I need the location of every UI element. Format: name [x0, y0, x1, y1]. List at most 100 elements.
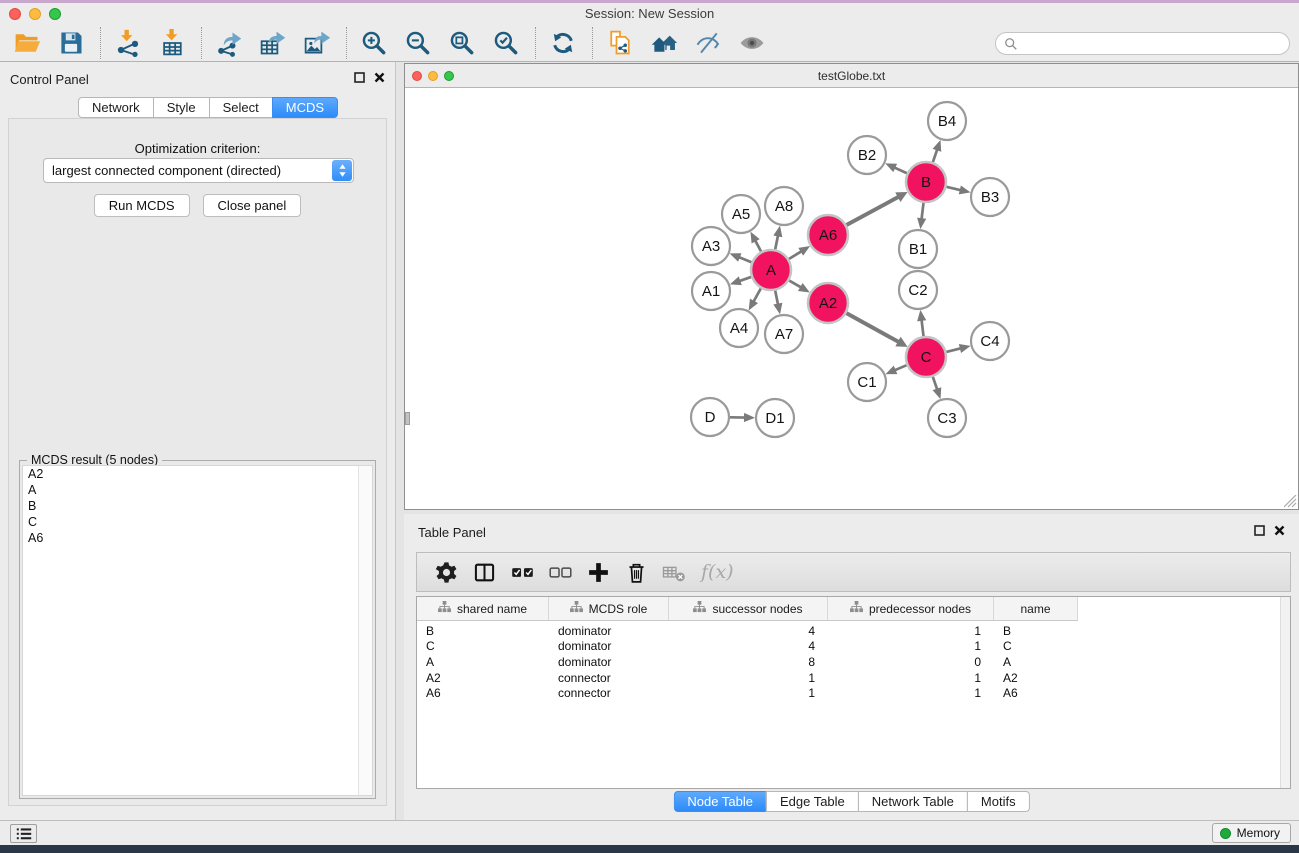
import-table-icon[interactable] [157, 27, 187, 59]
table-scrollbar[interactable] [1280, 597, 1290, 788]
graph-node-B3[interactable]: B3 [971, 178, 1009, 216]
edge-A-A8[interactable] [775, 234, 778, 249]
table-row[interactable]: Cdominator41C [417, 639, 1078, 655]
edge-A-A7[interactable] [775, 291, 778, 306]
create-column-plus-icon[interactable] [581, 556, 615, 588]
edge-C-C3[interactable] [933, 377, 938, 391]
graph-node-A2[interactable]: A2 [808, 283, 848, 323]
mcds-result-item[interactable]: B [23, 498, 372, 514]
mcds-result-item[interactable]: C [23, 514, 372, 530]
tab-network[interactable]: Network [78, 97, 154, 118]
select-all-icon[interactable] [505, 556, 539, 588]
search-field[interactable] [995, 32, 1290, 55]
export-image-icon[interactable] [302, 27, 332, 59]
table-tab-network-table[interactable]: Network Table [858, 791, 968, 812]
edge-A-A3[interactable] [738, 257, 752, 262]
edge-A-A6[interactable] [789, 251, 803, 259]
graph-node-A3[interactable]: A3 [692, 227, 730, 265]
edge-A-A1[interactable] [738, 277, 751, 281]
deselect-all-icon[interactable] [543, 556, 577, 588]
tab-style[interactable]: Style [153, 97, 210, 118]
table-row[interactable]: Adominator80A [417, 654, 1078, 670]
graph-node-D[interactable]: D [691, 398, 729, 436]
import-network-icon[interactable] [113, 27, 143, 59]
edge-C-C1[interactable] [894, 365, 907, 370]
graph-node-C[interactable]: C [906, 337, 946, 377]
column-header-shared-name[interactable]: shared name [417, 597, 549, 620]
table-tab-node-table[interactable]: Node Table [673, 791, 767, 812]
result-list-scrollbar[interactable] [358, 466, 372, 795]
edge-A2-C[interactable] [846, 313, 899, 342]
close-table-panel-icon[interactable] [1274, 525, 1285, 536]
graph-node-A4[interactable]: A4 [720, 309, 758, 347]
node-table[interactable]: shared nameMCDS rolesuccessor nodesprede… [416, 596, 1291, 789]
edge-A-A4[interactable] [753, 288, 761, 302]
edge-A-A5[interactable] [755, 240, 761, 252]
graph-node-C1[interactable]: C1 [848, 363, 886, 401]
network-canvas[interactable]: B4B2BB3A8A5A6A3B1AA1C2A2A4A7C4CC1C3DD1 [405, 87, 1298, 509]
table-settings-gear-icon[interactable] [429, 556, 463, 588]
refresh-layout-icon[interactable] [548, 27, 578, 59]
edge-B-B3[interactable] [946, 187, 961, 191]
table-tab-motifs[interactable]: Motifs [967, 791, 1030, 812]
export-table-icon[interactable] [258, 27, 288, 59]
graph-node-A5[interactable]: A5 [722, 195, 760, 233]
mcds-result-item[interactable]: A6 [23, 530, 372, 546]
show-column-panel-icon[interactable] [467, 556, 501, 588]
column-header-predecessor-nodes[interactable]: predecessor nodes [828, 597, 994, 620]
resize-grip-icon[interactable] [1284, 495, 1297, 508]
table-tab-edge-table[interactable]: Edge Table [766, 791, 859, 812]
mcds-result-item[interactable]: A2 [23, 466, 372, 482]
float-panel-icon[interactable] [354, 72, 365, 83]
table-row[interactable]: Bdominator41B [417, 623, 1078, 639]
graph-node-C2[interactable]: C2 [899, 271, 937, 309]
float-table-panel-icon[interactable] [1254, 525, 1265, 536]
graph-node-B2[interactable]: B2 [848, 136, 886, 174]
graph-node-C4[interactable]: C4 [971, 322, 1009, 360]
function-builder-icon[interactable]: f(x) [701, 561, 734, 583]
open-session-icon[interactable] [12, 27, 42, 59]
zoom-fit-icon[interactable] [447, 27, 477, 59]
edge-C-C4[interactable] [946, 348, 961, 352]
first-neighbors-icon[interactable] [605, 27, 635, 59]
tab-mcds[interactable]: MCDS [272, 97, 338, 118]
graph-node-C3[interactable]: C3 [928, 399, 966, 437]
search-input[interactable] [1023, 36, 1289, 52]
edge-A6-B[interactable] [846, 196, 899, 225]
graph-node-A6[interactable]: A6 [808, 215, 848, 255]
edge-A-A2[interactable] [789, 281, 802, 288]
splitter-handle[interactable] [405, 412, 410, 425]
graph-node-A[interactable]: A [751, 250, 791, 290]
graph-node-B4[interactable]: B4 [928, 102, 966, 140]
save-session-icon[interactable] [56, 27, 86, 59]
table-row[interactable]: A6connector11A6 [417, 685, 1078, 701]
show-all-icon[interactable] [737, 27, 767, 59]
close-panel-button[interactable]: Close panel [203, 194, 302, 217]
zoom-in-icon[interactable] [359, 27, 389, 59]
zoom-selected-icon[interactable] [491, 27, 521, 59]
graph-node-A8[interactable]: A8 [765, 187, 803, 225]
edge-B-B4[interactable] [933, 148, 938, 162]
graph-node-B1[interactable]: B1 [899, 230, 937, 268]
criterion-dropdown[interactable]: largest connected component (directed) [43, 158, 354, 183]
task-history-list-icon[interactable] [10, 824, 37, 843]
table-row[interactable]: A2connector11A2 [417, 670, 1078, 686]
edge-B-B1[interactable] [921, 203, 923, 220]
column-header-MCDS-role[interactable]: MCDS role [549, 597, 669, 620]
network-frame-titlebar[interactable]: testGlobe.txt [405, 64, 1298, 88]
edge-B-B2[interactable] [893, 167, 907, 173]
run-mcds-button[interactable]: Run MCDS [94, 194, 190, 217]
memory-button[interactable]: Memory [1212, 823, 1291, 843]
graph-node-A1[interactable]: A1 [692, 272, 730, 310]
zoom-out-icon[interactable] [403, 27, 433, 59]
graph-node-A7[interactable]: A7 [765, 315, 803, 353]
tab-select[interactable]: Select [209, 97, 273, 118]
graph-node-B[interactable]: B [906, 162, 946, 202]
close-panel-icon[interactable] [374, 72, 385, 83]
edge-C-C2[interactable] [921, 319, 923, 336]
delete-table-icon[interactable] [657, 556, 691, 588]
reset-view-icon[interactable] [649, 27, 679, 59]
mcds-result-item[interactable]: A [23, 482, 372, 498]
export-network-icon[interactable] [214, 27, 244, 59]
hide-selected-icon[interactable] [693, 27, 723, 59]
